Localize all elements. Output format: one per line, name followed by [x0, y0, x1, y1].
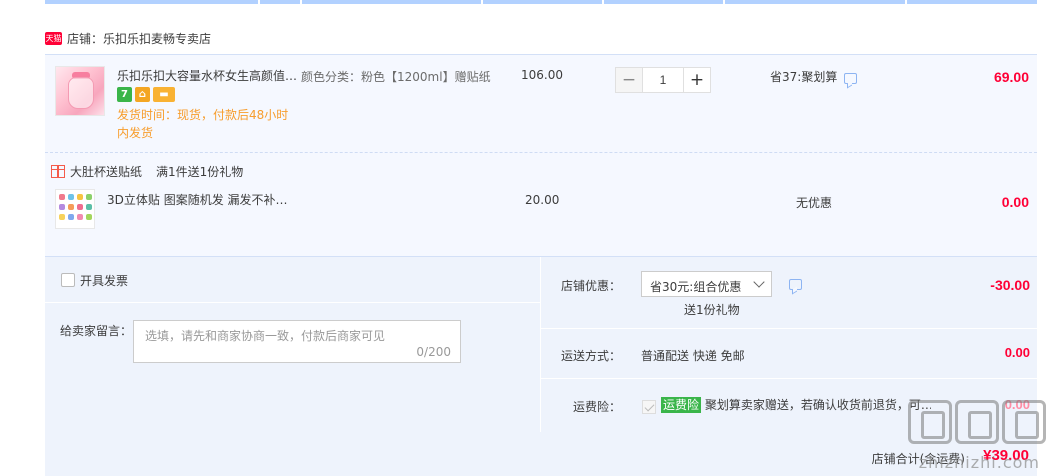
- gift-title-link[interactable]: 3D立体贴 图案随机发 漏发不补…: [107, 191, 297, 208]
- shop-discount-amount: -30.00: [990, 277, 1030, 293]
- shop-discount-select[interactable]: 省30元:组合优惠: [641, 271, 772, 297]
- sticker-dot: [77, 204, 83, 210]
- increase-quantity-button[interactable]: +: [683, 67, 711, 93]
- shipping-row: 运送方式： 普通配送 快递 免邮 0.00: [541, 329, 1038, 379]
- product-thumbnail[interactable]: [55, 66, 105, 116]
- gift-unit-price: 20.00: [525, 193, 560, 207]
- invoice-label: 开具发票: [80, 274, 129, 288]
- quantity-stepper: − +: [615, 67, 711, 93]
- shop-name-link[interactable]: 店铺：乐扣乐扣麦畅专卖店: [67, 30, 211, 47]
- header-divider: [602, 0, 604, 4]
- shop-guarantee-icon[interactable]: ⌂: [135, 87, 150, 102]
- sticker-dot: [86, 204, 92, 210]
- gift-subtotal: 0.00: [1001, 194, 1029, 210]
- watermark-glyph: [955, 400, 999, 444]
- order-notes-panel: 开具发票 给卖家留言： 选填，请先和商家协商一致，付款后商家可见 0/200: [45, 257, 540, 432]
- decrease-quantity-button[interactable]: −: [615, 67, 643, 93]
- header-divider: [481, 0, 483, 4]
- gift-thumbnail[interactable]: [55, 189, 95, 229]
- sticker-dot: [59, 214, 65, 220]
- unit-price: 106.00: [521, 68, 563, 82]
- insurance-desc: 运费险 聚划算卖家赠送，若确认收货前退货，可…: [661, 396, 931, 413]
- sticker-dot: [77, 194, 83, 200]
- gift-item-block: 大肚杯送贴纸 满1件送1份礼物 3D立体贴 图案随机发 漏发不补… 20.00 …: [45, 152, 1037, 256]
- credit-card-icon[interactable]: ▬: [153, 87, 175, 102]
- shipping-method: 普通配送 快递 免邮: [641, 349, 745, 363]
- header-divider: [723, 0, 725, 4]
- seven-day-return-icon[interactable]: 7: [117, 87, 132, 102]
- site-watermark: zhizhizhi.com: [896, 400, 1046, 472]
- shipping-amount: 0.00: [1004, 345, 1030, 360]
- item-discount: 省37:聚划算: [770, 70, 838, 84]
- cart-item-row: 乐扣乐扣大容量水杯女生高颜值… 7 ⌂ ▬ 发货时间：现货，付款后48小时内发货…: [45, 54, 1037, 152]
- invoice-row: 开具发票: [45, 257, 540, 303]
- message-label: 给卖家留言：: [60, 324, 133, 338]
- shipping-time-note: 发货时间：现货，付款后48小时内发货: [117, 108, 289, 140]
- gift-header: 大肚杯送贴纸 满1件送1份礼物: [51, 163, 243, 180]
- chat-icon[interactable]: [844, 73, 857, 84]
- product-sku: 颜色分类：粉色【1200ml】赠贴纸: [301, 70, 491, 84]
- shop-total-row: 店铺合计(含运费) ¥39.00: [45, 432, 1037, 476]
- message-char-count: 0/200: [416, 345, 451, 359]
- insurance-checkbox[interactable]: [642, 400, 656, 414]
- sticker-dot: [77, 214, 83, 220]
- watermark-text: zhizhizhi.com: [918, 453, 1040, 472]
- chat-icon[interactable]: [789, 279, 802, 290]
- shop-discount-selected: 省30元:组合优惠: [650, 280, 742, 294]
- chevron-down-icon: [753, 276, 765, 288]
- insurance-label: 运费险：: [572, 400, 621, 414]
- sticker-dot: [68, 194, 74, 200]
- invoice-checkbox[interactable]: [61, 273, 75, 287]
- service-badges: 7 ⌂ ▬: [117, 87, 175, 102]
- cup-graphic: [68, 77, 94, 109]
- gift-campaign-name: 大肚杯送贴纸: [70, 165, 143, 179]
- header-divider: [258, 0, 260, 4]
- gift-icon: [51, 165, 65, 178]
- product-title-link[interactable]: 乐扣乐扣大容量水杯女生高颜值…: [117, 67, 299, 84]
- header-divider: [905, 0, 907, 4]
- sticker-dot: [68, 214, 74, 220]
- watermark-logo: [908, 400, 1046, 444]
- sticker-dot: [86, 214, 92, 220]
- watermark-glyph: [1002, 400, 1046, 444]
- sticker-dot: [86, 194, 92, 200]
- watermark-glyph: [908, 400, 952, 444]
- message-placeholder: 选填，请先和商家协商一致，付款后商家可见: [145, 329, 386, 343]
- shop-discount-label: 店铺优惠：: [560, 279, 621, 293]
- order-options-panel: 开具发票 给卖家留言： 选填，请先和商家协商一致，付款后商家可见 0/200 店…: [45, 256, 1038, 476]
- shop-discount-row: 店铺优惠： 省30元:组合优惠 送1份礼物 -30.00: [541, 257, 1038, 329]
- sticker-dot: [59, 194, 65, 200]
- shop-row: 天猫 店铺：乐扣乐扣麦畅专卖店: [45, 27, 211, 49]
- table-header-bar: [45, 0, 1037, 4]
- tmall-badge-icon: 天猫: [45, 31, 62, 45]
- insurance-tag: 运费险: [661, 397, 702, 413]
- sticker-dot: [59, 204, 65, 210]
- item-subtotal: 69.00: [993, 69, 1029, 85]
- shop-discount-gift: 送1份礼物: [684, 303, 740, 317]
- header-divider: [300, 0, 302, 4]
- quantity-input[interactable]: [643, 67, 683, 93]
- gift-campaign-rule: 满1件送1份礼物: [156, 165, 244, 179]
- shipping-label: 运送方式：: [560, 349, 621, 363]
- sticker-dot: [68, 204, 74, 210]
- seller-message-field[interactable]: 选填，请先和商家协商一致，付款后商家可见 0/200: [133, 320, 461, 363]
- gift-discount: 无优惠: [796, 196, 833, 210]
